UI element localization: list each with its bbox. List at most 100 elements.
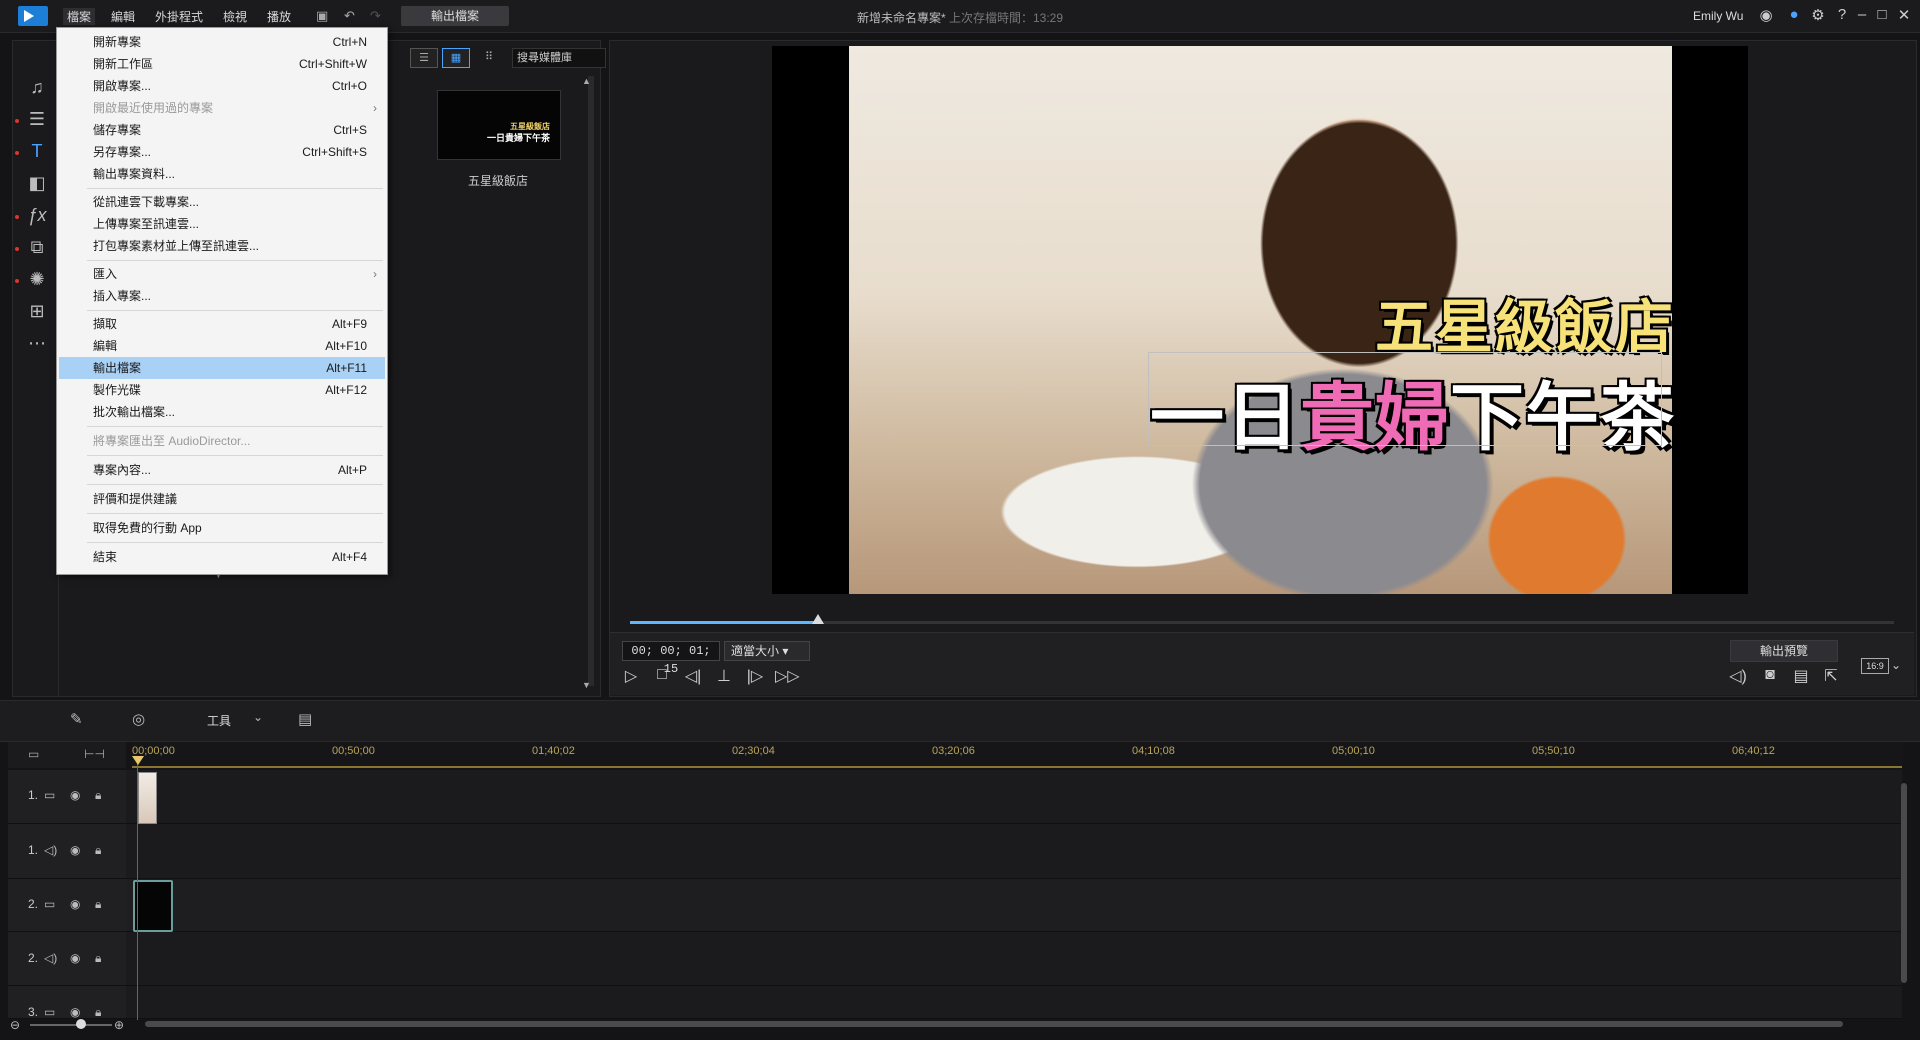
menu-item-project-properties[interactable]: 專案內容... Alt+P [57, 459, 387, 481]
menu-item-import[interactable]: 匯入 › [57, 263, 387, 285]
scroll-up-icon[interactable]: ▲ [582, 76, 591, 86]
lock-icon[interactable]: 🔒︎ [95, 1005, 101, 1020]
undock-icon[interactable]: ⇱ [1820, 666, 1842, 686]
volume-icon[interactable]: ◁) [1727, 666, 1749, 686]
subtitle-icon[interactable]: ▤ [1790, 666, 1812, 686]
menu-separator [87, 426, 383, 427]
grid-view-icon[interactable]: ▦ [442, 48, 470, 68]
playhead-handle[interactable] [132, 756, 144, 765]
menu-item-save-project[interactable]: 儲存專案 Ctrl+S [57, 119, 387, 141]
audio-mixing-icon[interactable]: ⊞ [23, 299, 51, 323]
video-clip[interactable] [138, 772, 157, 824]
eye-icon[interactable]: ◉ [70, 897, 80, 911]
user-name[interactable]: Emily Wu [1693, 9, 1743, 23]
track-audio-2[interactable] [8, 932, 1902, 986]
menu-item-save-as[interactable]: 另存專案... Ctrl+Shift+S [57, 141, 387, 163]
video-track-icon: ▭ [44, 788, 56, 802]
ruler-baseline [132, 766, 1902, 768]
zoom-in-icon[interactable]: ⊕ [114, 1018, 124, 1032]
lock-icon[interactable]: 🔒︎ [95, 951, 101, 966]
timeline-settings-icon[interactable]: ▤ [298, 710, 312, 728]
next-frame-icon[interactable]: |▷ [744, 666, 766, 686]
play-icon[interactable]: ▷ [620, 666, 642, 686]
timeline-v-scrollbar[interactable] [1901, 783, 1907, 983]
timecode-field[interactable]: 00; 00; 01; 15 [622, 641, 720, 676]
menu-item-recent-projects[interactable]: 開啟最近使用過的專案 › [57, 97, 387, 119]
menu-item-capture[interactable]: 擷取 Alt+F9 [57, 313, 387, 335]
gear-icon[interactable]: ⚙ [1808, 6, 1828, 24]
eye-icon[interactable]: ◉ [70, 843, 80, 857]
track-video-3[interactable] [8, 986, 1902, 1019]
title-selection-box[interactable] [1148, 352, 1662, 446]
track-video-2[interactable] [8, 879, 1902, 932]
zoom-slider-handle[interactable] [76, 1019, 86, 1029]
fit-dropdown[interactable]: 適當大小 ▾ [724, 641, 810, 661]
account-icon[interactable]: ◉ [1756, 6, 1776, 24]
minimize-icon[interactable]: – [1852, 6, 1872, 23]
media-room-icon[interactable]: ♫ [23, 75, 51, 99]
output-preview-button[interactable]: 輸出預覽 [1730, 640, 1838, 662]
snapshot-icon[interactable]: ◙ [1759, 666, 1781, 684]
template-room-icon[interactable]: ☰ [23, 107, 51, 131]
menu-item-rate-feedback[interactable]: 評價和提供建議 [57, 488, 387, 510]
stop-icon[interactable]: □ [651, 666, 673, 684]
menu-item-batch-produce[interactable]: 批次輸出檔案... [57, 401, 387, 423]
zoom-slider[interactable] [30, 1024, 112, 1026]
track-audio-1[interactable] [8, 824, 1902, 879]
lock-icon[interactable]: 🔒︎ [95, 897, 101, 912]
transition-room-icon[interactable]: ◧ [23, 171, 51, 195]
menu-item-new-project[interactable]: 開新專案 Ctrl+N [57, 31, 387, 53]
menu-item-edit[interactable]: 編輯 Alt+F10 [57, 335, 387, 357]
help-icon[interactable]: ? [1832, 6, 1852, 23]
menu-item-mobile-app[interactable]: 取得免費的行動 App [57, 517, 387, 539]
menu-item-pack-upload[interactable]: 打包專案素材並上傳至訊連雲... [57, 235, 387, 257]
maximize-icon[interactable]: □ [1872, 6, 1892, 23]
particle-room-icon[interactable]: ✺ [23, 267, 51, 291]
aspect-chevron-icon[interactable]: ⌄ [1891, 658, 1901, 672]
timeline-h-scrollbar[interactable] [145, 1021, 1843, 1027]
seek-handle[interactable] [812, 614, 824, 624]
lock-icon[interactable]: 🔒︎ [95, 788, 101, 803]
title-room-icon[interactable]: T [23, 139, 51, 163]
notification-icon[interactable]: ● [1784, 6, 1804, 23]
aspect-ratio-button[interactable]: 16:9 [1861, 658, 1889, 674]
split-icon[interactable]: ⊥ [713, 666, 735, 686]
menu-item-exit[interactable]: 結束 Alt+F4 [57, 546, 387, 568]
lock-icon[interactable]: 🔒︎ [95, 843, 101, 858]
playhead[interactable] [137, 760, 138, 1020]
fast-forward-icon[interactable]: ▷▷ [775, 666, 800, 686]
prev-frame-icon[interactable]: ◁| [682, 666, 704, 686]
title-thumbnail[interactable]: 五星級飯店 一日貴婦下午茶 [437, 90, 561, 160]
menu-item-upload-cloud[interactable]: 上傳專案至訊連雲... [57, 213, 387, 235]
close-icon[interactable]: ✕ [1894, 6, 1914, 24]
zoom-out-icon[interactable]: ⊖ [10, 1018, 20, 1032]
track-video-1[interactable] [8, 770, 1902, 824]
tools-menu[interactable]: 工具 [207, 712, 231, 729]
library-scrollbar[interactable] [588, 76, 594, 686]
scroll-down-icon[interactable]: ▼ [582, 680, 591, 690]
title-clip[interactable] [133, 880, 173, 932]
effect-room-icon[interactable]: ƒx [23, 203, 51, 227]
fit-timeline-icon[interactable]: ⊢⊣ [84, 747, 105, 761]
pip-room-icon[interactable]: ⧉ [23, 235, 51, 259]
marker-icon[interactable]: ◎ [132, 710, 145, 728]
tools-chevron-icon[interactable]: ⌄ [253, 710, 263, 724]
eye-icon[interactable]: ◉ [70, 951, 80, 965]
small-grid-icon[interactable]: ⠿ [476, 48, 502, 66]
eye-icon[interactable]: ◉ [70, 788, 80, 802]
menu-item-new-workspace[interactable]: 開新工作區 Ctrl+Shift+W [57, 53, 387, 75]
eye-icon[interactable]: ◉ [70, 1005, 80, 1019]
menu-item-open-project[interactable]: 開啟專案... Ctrl+O [57, 75, 387, 97]
timeline-ruler[interactable] [132, 742, 1902, 768]
track-manager-icon[interactable]: ▭ [28, 747, 39, 761]
menu-item-export-project-data[interactable]: 輸出專案資料... [57, 163, 387, 185]
edit-pencil-icon[interactable]: ✎ [70, 710, 83, 728]
menu-item-produce[interactable]: 輸出檔案 Alt+F11 [59, 357, 385, 379]
menu-item-export-audiodirector[interactable]: 將專案匯出至 AudioDirector... [57, 430, 387, 452]
menu-item-insert-project[interactable]: 插入專案... [57, 285, 387, 307]
more-icon[interactable]: ⋯ [23, 331, 51, 355]
menu-item-create-disc[interactable]: 製作光碟 Alt+F12 [57, 379, 387, 401]
list-view-icon[interactable]: ☰ [410, 48, 438, 68]
library-search-input[interactable]: 搜尋媒體庫 [512, 48, 606, 68]
menu-item-download-cloud[interactable]: 從訊連雲下載專案... [57, 191, 387, 213]
